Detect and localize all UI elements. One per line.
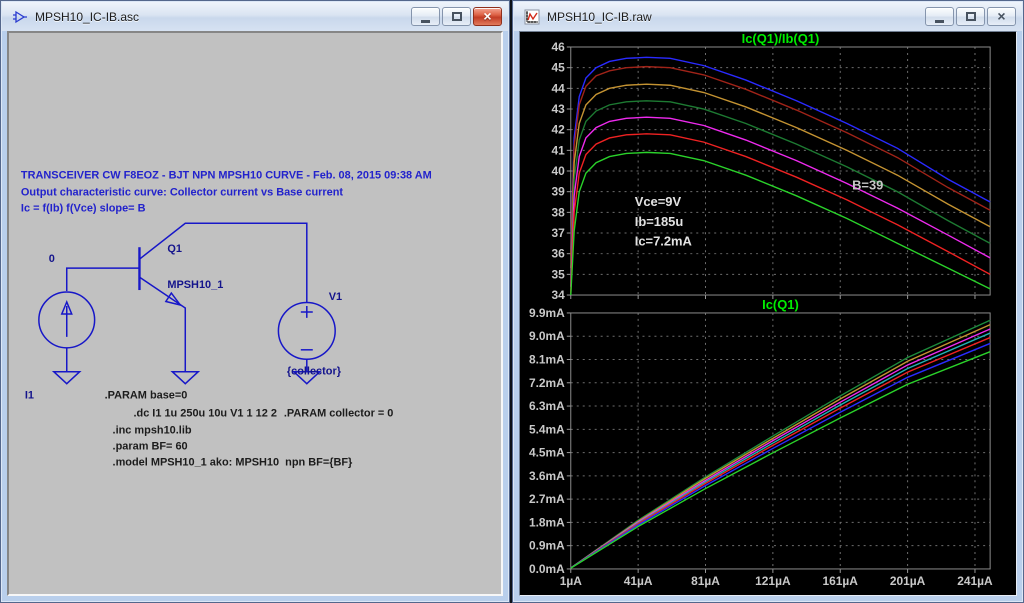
waveform-titlebar[interactable]: MPSH10_IC-IB.raw × xyxy=(514,2,1022,31)
maximize-icon xyxy=(451,12,462,21)
schematic-canvas[interactable] xyxy=(7,31,503,596)
waveform-window: MPSH10_IC-IB.raw × 46 45 44 43 42 41 40 39 38 37 3… xyxy=(512,0,1024,603)
close-button[interactable]: × xyxy=(473,7,502,26)
close-button[interactable]: × xyxy=(987,7,1016,26)
schematic-window: MPSH10_IC-IB.asc × TRANSCEIVER CW F8EOZ … xyxy=(0,0,510,603)
maximize-button[interactable] xyxy=(956,7,985,26)
schematic-window-title: MPSH10_IC-IB.asc xyxy=(35,9,140,24)
waveform-plot-area[interactable] xyxy=(519,31,1017,596)
close-icon: × xyxy=(483,8,492,24)
desktop: MPSH10_IC-IB.asc × TRANSCEIVER CW F8EOZ … xyxy=(0,0,1024,603)
minimize-button[interactable] xyxy=(925,7,954,26)
ltspice-waveform-icon xyxy=(524,9,540,25)
ltspice-schematic-icon xyxy=(12,9,28,25)
maximize-icon xyxy=(965,12,976,21)
minimize-button[interactable] xyxy=(411,7,440,26)
close-icon: × xyxy=(997,8,1006,24)
minimize-icon xyxy=(935,19,944,23)
minimize-icon xyxy=(421,19,430,23)
window-controls: × xyxy=(411,7,502,26)
waveform-window-title: MPSH10_IC-IB.raw xyxy=(547,9,652,24)
window-controls: × xyxy=(925,7,1016,26)
maximize-button[interactable] xyxy=(442,7,471,26)
schematic-titlebar[interactable]: MPSH10_IC-IB.asc × xyxy=(2,2,508,31)
